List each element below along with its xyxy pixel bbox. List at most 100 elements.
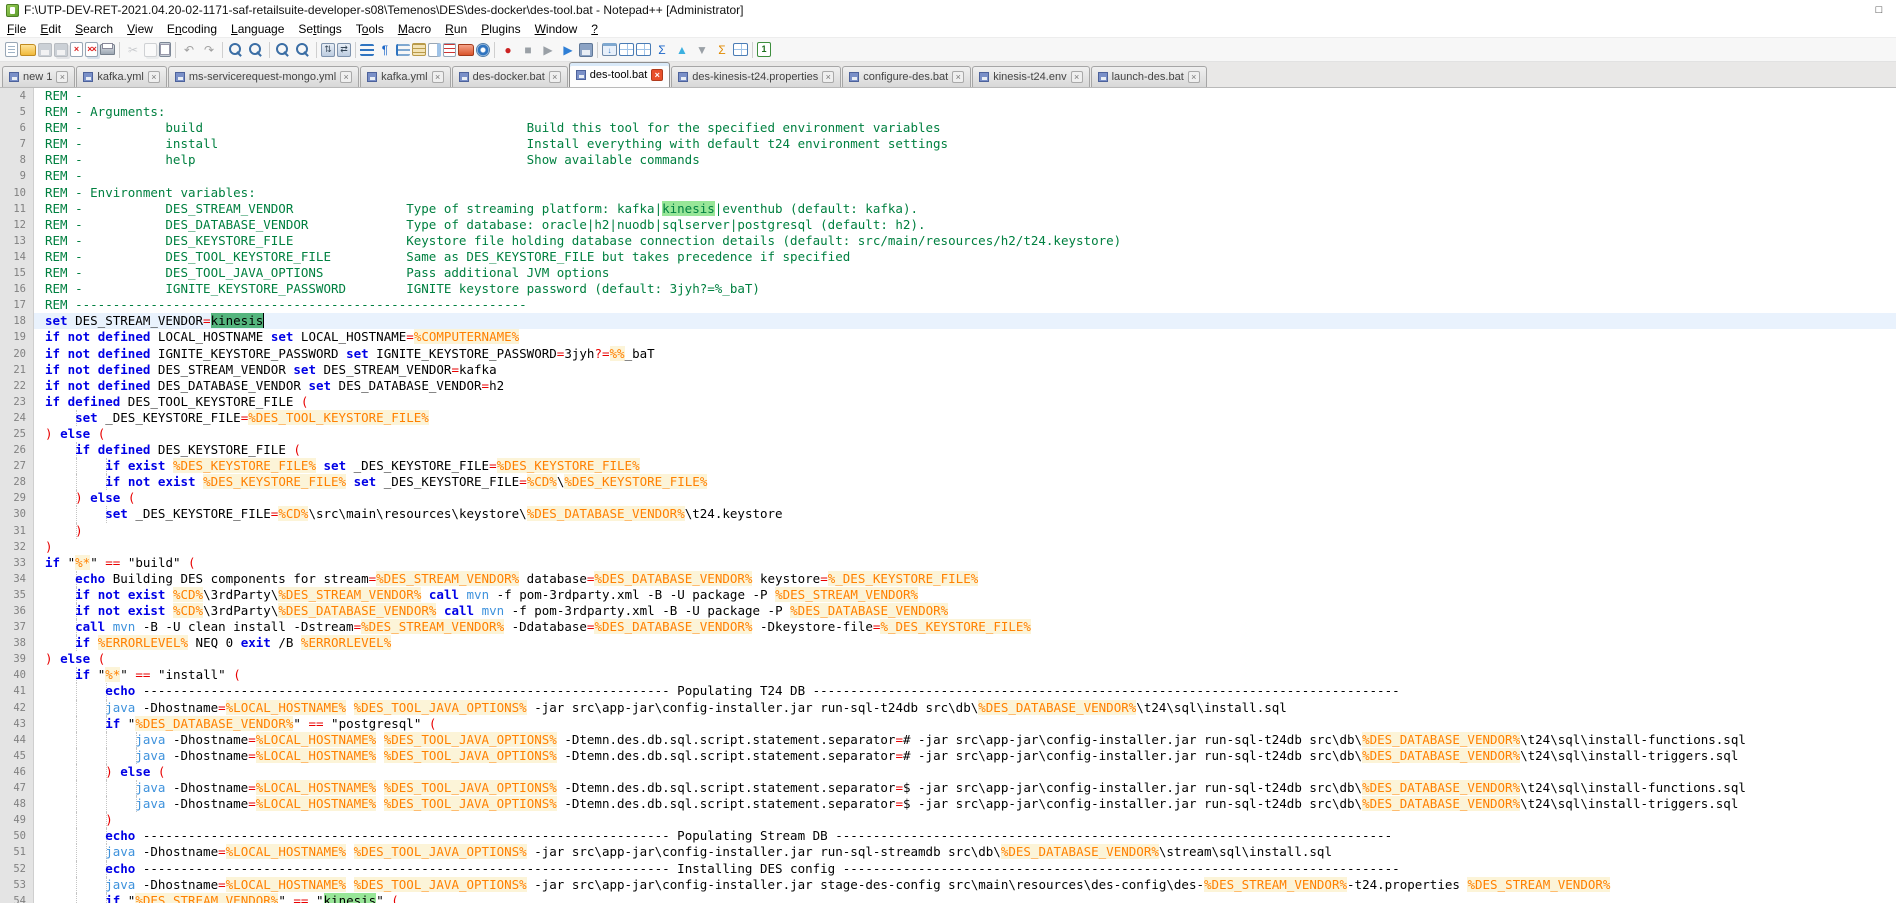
- code-line-22[interactable]: 22if not defined DES_DATABASE_VENDOR set…: [0, 378, 1896, 394]
- stop-macro-icon[interactable]: ■: [519, 41, 537, 59]
- code-line-21[interactable]: 21if not defined DES_STREAM_VENDOR set D…: [0, 362, 1896, 378]
- code-line-54[interactable]: 54 if "%DES_STREAM_VENDOR%" == "kinesis"…: [0, 893, 1896, 903]
- tab-close-icon[interactable]: ×: [56, 71, 68, 83]
- tab-kinesis-t24-env[interactable]: kinesis-t24.env×: [972, 66, 1089, 87]
- code-line-28[interactable]: 28 if not exist %DES_KEYSTORE_FILE% set …: [0, 474, 1896, 490]
- tab-close-icon[interactable]: ×: [340, 71, 352, 83]
- menu-macro[interactable]: Macro: [391, 21, 438, 37]
- code-line-11[interactable]: 11REM - DES_STREAM_VENDOR Type of stream…: [0, 201, 1896, 217]
- save-file-icon[interactable]: [38, 43, 52, 57]
- code-line-47[interactable]: 47 java -Dhostname=%LOCAL_HOSTNAME% %DES…: [0, 780, 1896, 796]
- plugin-sort-ascending-icon[interactable]: ▲: [673, 41, 691, 59]
- maximize-button[interactable]: □: [1862, 0, 1896, 20]
- zoom-in-icon[interactable]: [274, 41, 292, 59]
- tab-des-docker-bat[interactable]: des-docker.bat×: [452, 66, 568, 87]
- code-line-37[interactable]: 37 call mvn -B -U clean install -Dstream…: [0, 619, 1896, 635]
- code-line-6[interactable]: 6REM - build Build this tool for the spe…: [0, 120, 1896, 136]
- code-line-18[interactable]: 18set DES_STREAM_VENDOR=kinesis: [0, 313, 1896, 329]
- code-line-41[interactable]: 41 echo --------------------------------…: [0, 683, 1896, 699]
- menu-language[interactable]: Language: [224, 21, 291, 37]
- tab-close-icon[interactable]: ×: [1188, 71, 1200, 83]
- code-line-35[interactable]: 35 if not exist %CD%\3rdParty\%DES_STREA…: [0, 587, 1896, 603]
- undo-icon[interactable]: ↶: [180, 41, 198, 59]
- tab-close-icon[interactable]: ×: [651, 69, 663, 81]
- menu-edit[interactable]: Edit: [33, 21, 68, 37]
- tab-close-icon[interactable]: ×: [148, 71, 160, 83]
- folder-as-workspace-icon[interactable]: [458, 44, 474, 56]
- tab-close-icon[interactable]: ×: [549, 71, 561, 83]
- menu-encoding[interactable]: Encoding: [160, 21, 224, 37]
- tab-close-icon[interactable]: ×: [952, 71, 964, 83]
- open-file-icon[interactable]: [20, 44, 36, 56]
- find-icon[interactable]: [227, 41, 245, 59]
- menu-settings[interactable]: Settings: [291, 21, 348, 37]
- code-line-30[interactable]: 30 set _DES_KEYSTORE_FILE=%CD%\src\main\…: [0, 506, 1896, 522]
- code-line-31[interactable]: 31 ): [0, 523, 1896, 539]
- code-line-29[interactable]: 29 ) else (: [0, 490, 1896, 506]
- paste-icon[interactable]: [159, 42, 171, 57]
- sync-vertical-scrolling-icon[interactable]: [321, 43, 335, 57]
- menu-tools[interactable]: Tools: [349, 21, 391, 37]
- play-macro-icon[interactable]: ▶: [539, 41, 557, 59]
- code-line-25[interactable]: 25) else (: [0, 426, 1896, 442]
- code-line-34[interactable]: 34 echo Building DES components for stre…: [0, 571, 1896, 587]
- code-line-44[interactable]: 44 java -Dhostname=%LOCAL_HOSTNAME% %DES…: [0, 732, 1896, 748]
- record-macro-icon[interactable]: ●: [499, 41, 517, 59]
- plugin-panel-down-icon[interactable]: [602, 43, 617, 56]
- code-line-49[interactable]: 49 ): [0, 812, 1896, 828]
- code-line-33[interactable]: 33if "%*" == "build" (: [0, 555, 1896, 571]
- code-line-7[interactable]: 7REM - install Install everything with d…: [0, 136, 1896, 152]
- code-line-23[interactable]: 23if defined DES_TOOL_KEYSTORE_FILE (: [0, 394, 1896, 410]
- tab-ms-servicerequest-mongo-yml[interactable]: ms-servicerequest-mongo.yml×: [168, 66, 359, 87]
- code-line-24[interactable]: 24 set _DES_KEYSTORE_FILE=%DES_TOOL_KEYS…: [0, 410, 1896, 426]
- document-switcher-icon[interactable]: 1: [757, 42, 771, 57]
- plugin-sum-icon[interactable]: Σ: [653, 41, 671, 59]
- close-file-icon[interactable]: [70, 42, 83, 57]
- code-line-40[interactable]: 40 if "%*" == "install" (: [0, 667, 1896, 683]
- menu-run[interactable]: Run: [438, 21, 474, 37]
- tab-close-icon[interactable]: ×: [822, 71, 834, 83]
- menu-?[interactable]: ?: [584, 21, 605, 37]
- code-line-14[interactable]: 14REM - DES_TOOL_KEYSTORE_FILE Same as D…: [0, 249, 1896, 265]
- tab-close-icon[interactable]: ×: [1071, 71, 1083, 83]
- code-line-51[interactable]: 51 java -Dhostname=%LOCAL_HOSTNAME% %DES…: [0, 844, 1896, 860]
- copy-icon[interactable]: [144, 43, 157, 57]
- menu-plugins[interactable]: Plugins: [474, 21, 527, 37]
- word-wrap-icon[interactable]: [360, 44, 374, 56]
- code-line-19[interactable]: 19if not defined LOCAL_HOSTNAME set LOCA…: [0, 329, 1896, 345]
- code-line-16[interactable]: 16REM - IGNITE_KEYSTORE_PASSWORD IGNITE …: [0, 281, 1896, 297]
- code-line-17[interactable]: 17REM ----------------------------------…: [0, 297, 1896, 313]
- code-line-15[interactable]: 15REM - DES_TOOL_JAVA_OPTIONS Pass addit…: [0, 265, 1896, 281]
- notepad-plus-plus-icon[interactable]: [6, 4, 19, 17]
- code-line-50[interactable]: 50 echo --------------------------------…: [0, 828, 1896, 844]
- plugin-table-alt-icon[interactable]: [636, 43, 651, 56]
- tab-new-1[interactable]: new 1×: [2, 66, 75, 87]
- document-map-icon[interactable]: [428, 43, 441, 57]
- tab-des-tool-bat[interactable]: des-tool.bat×: [569, 62, 670, 87]
- code-line-27[interactable]: 27 if exist %DES_KEYSTORE_FILE% set _DES…: [0, 458, 1896, 474]
- code-line-32[interactable]: 32): [0, 539, 1896, 555]
- menu-view[interactable]: View: [120, 21, 160, 37]
- save-macro-icon[interactable]: [579, 43, 593, 57]
- function-list-icon[interactable]: [412, 43, 426, 56]
- tab-close-icon[interactable]: ×: [432, 71, 444, 83]
- show-indent-guide-icon[interactable]: [396, 44, 410, 56]
- zoom-out-icon[interactable]: [294, 41, 312, 59]
- code-line-39[interactable]: 39) else (: [0, 651, 1896, 667]
- file-monitoring-icon[interactable]: [476, 43, 490, 57]
- code-line-13[interactable]: 13REM - DES_KEYSTORE_FILE Keystore file …: [0, 233, 1896, 249]
- code-line-36[interactable]: 36 if not exist %CD%\3rdParty\%DES_DATAB…: [0, 603, 1896, 619]
- show-all-characters-icon[interactable]: ¶: [376, 41, 394, 59]
- code-line-43[interactable]: 43 if "%DES_DATABASE_VENDOR%" == "postgr…: [0, 716, 1896, 732]
- plugin-grid-alt-icon[interactable]: [733, 43, 748, 56]
- tab-des-kinesis-t24-properties[interactable]: des-kinesis-t24.properties×: [671, 66, 841, 87]
- save-all-icon[interactable]: [54, 43, 68, 57]
- plugin-sum-alt-icon[interactable]: Σ: [713, 41, 731, 59]
- new-file-icon[interactable]: [5, 42, 18, 57]
- menu-file[interactable]: File: [0, 21, 33, 37]
- tab-kafka-yml[interactable]: kafka.yml×: [360, 66, 450, 87]
- plugin-sort-descending-icon[interactable]: ▼: [693, 41, 711, 59]
- code-line-52[interactable]: 52 echo --------------------------------…: [0, 861, 1896, 877]
- menu-search[interactable]: Search: [68, 21, 120, 37]
- code-line-42[interactable]: 42 java -Dhostname=%LOCAL_HOSTNAME% %DES…: [0, 700, 1896, 716]
